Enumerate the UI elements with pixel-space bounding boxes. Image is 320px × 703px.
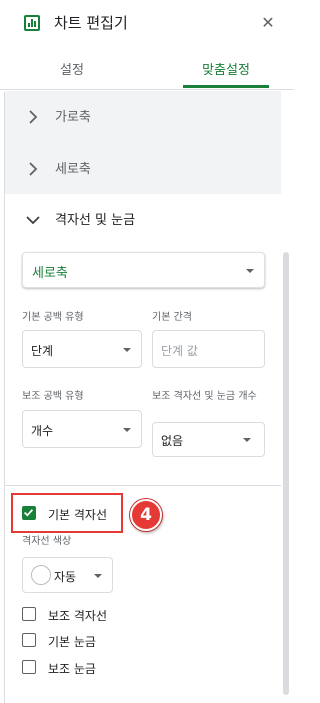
step-badge: 4 <box>130 499 162 531</box>
major-step-input[interactable]: 단계 값 <box>152 330 265 368</box>
checkbox-icon <box>22 607 36 621</box>
checkbox-label: 기본 눈금 <box>48 635 96 649</box>
major-spacing-type-label: 기본 공백 유형 <box>22 312 84 323</box>
minor-gridlines-checkbox[interactable]: 보조 격자선 <box>22 606 122 624</box>
checkbox-label: 보조 눈금 <box>48 662 96 676</box>
gridline-color-label: 격자선 색상 <box>22 536 72 547</box>
minor-spacing-type-label: 보조 공백 유형 <box>22 391 84 402</box>
caret-down-icon <box>94 574 102 578</box>
minor-gridlines-count-select[interactable]: 없음 <box>152 422 265 457</box>
scrollbar[interactable] <box>283 252 289 695</box>
chevron-right-icon <box>29 162 38 176</box>
checkbox-label: 기본 격자선 <box>48 508 108 522</box>
active-tab-indicator <box>183 85 269 88</box>
checkbox-icon <box>22 660 36 674</box>
checkbox-icon <box>22 633 36 647</box>
major-step-placeholder: 단계 값 <box>161 344 198 358</box>
major-ticks-checkbox[interactable]: 기본 눈금 <box>22 632 122 650</box>
minor-spacing-type-select[interactable]: 개수 <box>22 410 142 448</box>
chevron-down-icon <box>26 216 40 225</box>
major-spacing-type-value: 단계 <box>31 344 54 358</box>
caret-down-icon <box>123 348 131 352</box>
caret-down-icon <box>243 438 251 442</box>
major-step-label: 기본 간격 <box>152 312 192 323</box>
section-label: 가로축 <box>55 110 91 125</box>
chart-icon <box>24 15 40 31</box>
chevron-right-icon <box>29 110 38 124</box>
minor-ticks-checkbox[interactable]: 보조 눈금 <box>22 659 122 677</box>
checkbox-checked-icon <box>22 506 36 520</box>
close-icon[interactable]: ✕ <box>259 14 277 32</box>
section-label: 격자선 및 눈금 <box>55 213 136 228</box>
major-gridlines-checkbox[interactable]: 기본 격자선 <box>22 505 122 523</box>
major-spacing-type-select[interactable]: 단계 <box>22 330 142 368</box>
section-gridlines-ticks[interactable]: 격자선 및 눈금 <box>5 194 281 246</box>
checkbox-label: 보조 격자선 <box>48 609 108 623</box>
gridline-color-select[interactable]: 자동 <box>22 557 113 593</box>
section-label: 세로축 <box>55 162 91 177</box>
chart-editor-panel: 차트 편집기 ✕ 설정 맞춤설정 가로축 세로축 격자선 및 눈금 세로축 기본… <box>0 0 294 703</box>
editor-tabs: 설정 맞춤설정 <box>0 56 294 90</box>
color-swatch <box>31 565 51 585</box>
minor-spacing-type-value: 개수 <box>31 424 54 438</box>
divider <box>5 485 281 486</box>
axis-select-value: 세로축 <box>32 266 68 281</box>
axis-select[interactable]: 세로축 <box>22 252 265 288</box>
minor-gridlines-count-label: 보조 격자선 및 눈금 개수 <box>152 391 257 402</box>
caret-down-icon <box>123 428 131 432</box>
editor-header: 차트 편집기 ✕ <box>0 0 294 48</box>
minor-gridlines-count-value: 없음 <box>161 434 184 448</box>
editor-title: 차트 편집기 <box>54 14 128 32</box>
gridline-color-value: 자동 <box>54 570 77 584</box>
caret-down-icon <box>246 269 254 273</box>
section-horizontal-axis[interactable]: 가로축 <box>5 91 281 143</box>
tab-setup[interactable]: 설정 <box>22 56 122 90</box>
section-vertical-axis[interactable]: 세로축 <box>5 143 281 195</box>
